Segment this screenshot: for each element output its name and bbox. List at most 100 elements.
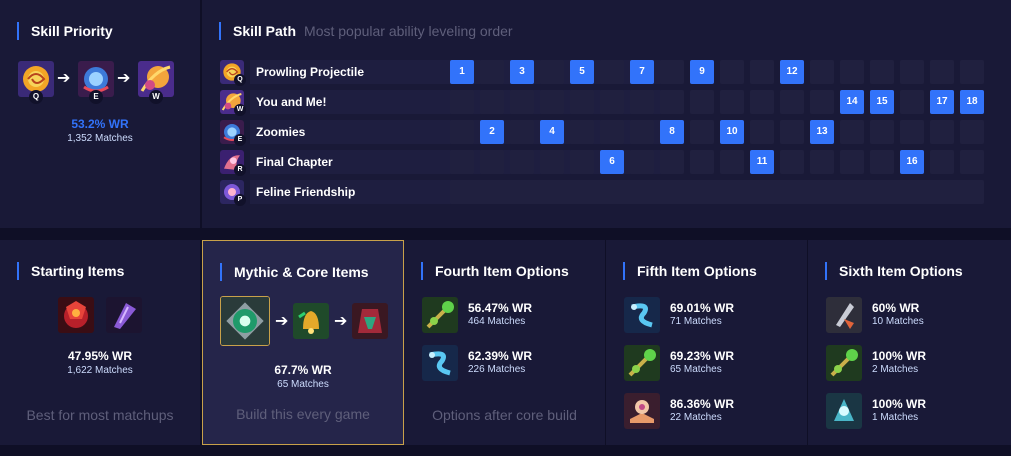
skill-level-cell-active: 10 (720, 120, 744, 144)
green-staff-item-icon[interactable] (422, 297, 458, 333)
core-items-winrate: 67.7% WR (274, 363, 332, 377)
skill-level-cell (480, 90, 504, 114)
skill-level-cell (450, 90, 474, 114)
sixth-item-title: Sixth Item Options (825, 262, 963, 280)
skill-level-cell (480, 150, 504, 174)
skill-level-cell (600, 90, 624, 114)
skill-level-cell (750, 120, 774, 144)
skill-path-title: Skill Path Most popular ability leveling … (219, 22, 513, 40)
skill-level-cell (840, 60, 864, 84)
skill-key-q: Q (29, 90, 43, 104)
core-items-title: Mythic & Core Items (220, 263, 369, 281)
option-winrate: 100% WR (872, 397, 927, 411)
pink-tome-item-icon[interactable] (624, 393, 660, 429)
skill-level-cell (510, 90, 534, 114)
skill-level-cell-active: 7 (630, 60, 654, 84)
blue-serpent-item-icon[interactable] (422, 345, 458, 381)
skill-key: P (234, 194, 246, 206)
option-matches: 226 Matches (468, 364, 526, 375)
skill-priority-winrate: 53.2% WR (71, 117, 129, 131)
grey-blade-item-icon[interactable] (826, 297, 862, 333)
starting-items-panel: Starting Items 47.95% WR 1,622 Matches B… (0, 240, 200, 445)
skill-level-cell (930, 150, 954, 174)
arrow-right-icon: ➔ (275, 313, 289, 330)
skill-level-cell (900, 120, 924, 144)
option-matches: 1 Matches (872, 412, 919, 423)
starting-items-title: Starting Items (17, 262, 124, 280)
skill-level-cell-active: 16 (900, 150, 924, 174)
skill-level-cell (630, 150, 654, 174)
skill-key: R (234, 164, 246, 176)
skill-level-cell-active: 17 (930, 90, 954, 114)
skill-level-cell (930, 60, 954, 84)
skill-level-cell (720, 150, 744, 174)
skill-level-cell (660, 60, 684, 84)
option-matches: 22 Matches (670, 412, 722, 423)
skill-level-cell (450, 120, 474, 144)
red-cloak-item-icon[interactable] (352, 303, 388, 339)
skill-level-cell (690, 150, 714, 174)
skill-level-cell (720, 60, 744, 84)
passive-level-bar (450, 180, 984, 204)
sixth-item-panel: Sixth Item Options 60% WR 10 Matches 100%… (808, 240, 1011, 445)
skill-level-cell (480, 60, 504, 84)
skill-level-cell (630, 120, 654, 144)
arrow-right-icon: ➔ (334, 313, 348, 330)
skill-level-cell (540, 150, 564, 174)
option-matches: 2 Matches (872, 364, 919, 375)
skill-level-cell (960, 120, 984, 144)
skill-level-cell (510, 150, 534, 174)
skill-level-cell-active: 11 (750, 150, 774, 174)
option-winrate: 60% WR (872, 301, 920, 315)
skill-level-cell-active: 5 (570, 60, 594, 84)
blue-serpent-item-icon[interactable] (624, 297, 660, 333)
skill-level-cell (960, 60, 984, 84)
skill-level-cell-active: 1 (450, 60, 474, 84)
red-crest-item-icon[interactable] (58, 297, 94, 333)
skill-level-cell (540, 90, 564, 114)
option-winrate: 69.01% WR (670, 301, 735, 315)
purple-shard-item-icon[interactable] (106, 297, 142, 333)
golden-bell-item-icon[interactable] (293, 303, 329, 339)
skill-level-cell (750, 90, 774, 114)
skill-level-cell (900, 60, 924, 84)
core-items-footer: Build this every game (236, 406, 370, 422)
core-items-matches: 65 Matches (277, 379, 329, 390)
skill-level-cell (540, 60, 564, 84)
skill-priority-panel: Skill Priority Q ➔ E ➔ W 53.2% WR 1,352 … (0, 0, 200, 228)
skill-level-cell (660, 150, 684, 174)
option-winrate: 62.39% WR (468, 349, 533, 363)
core-items-panel: Mythic & Core Items ➔ ➔ 67.7% WR 65 Matc… (202, 240, 404, 445)
skill-level-cell (600, 60, 624, 84)
skill-level-cell (810, 150, 834, 174)
skill-level-cell-active: 15 (870, 90, 894, 114)
skill-key-e: E (89, 90, 103, 104)
skill-priority-title: Skill Priority (17, 22, 113, 40)
green-staff-item-icon[interactable] (826, 345, 862, 381)
skill-key: E (234, 134, 246, 146)
fourth-item-footer: Options after core build (432, 407, 577, 423)
skill-level-cell (570, 90, 594, 114)
skill-level-cell (810, 90, 834, 114)
option-matches: 464 Matches (468, 316, 526, 327)
skill-key-w: W (149, 90, 163, 104)
skill-level-cell-active: 3 (510, 60, 534, 84)
skill-level-cell-active: 13 (810, 120, 834, 144)
skill-level-cell (630, 90, 654, 114)
starting-items-footer: Best for most matchups (26, 407, 174, 423)
green-staff-item-icon[interactable] (624, 345, 660, 381)
option-matches: 71 Matches (670, 316, 722, 327)
skill-level-cell (780, 90, 804, 114)
skill-path-title-text: Skill Path (233, 23, 297, 39)
fifth-item-title: Fifth Item Options (623, 262, 757, 280)
skill-level-cell-active: 4 (540, 120, 564, 144)
cyan-spirit-item-icon[interactable] (826, 393, 862, 429)
option-winrate: 100% WR (872, 349, 927, 363)
skill-level-cell-active: 2 (480, 120, 504, 144)
eye-crest-item-icon[interactable] (220, 296, 270, 346)
skill-level-cell (750, 60, 774, 84)
arrow-right-icon: ➔ (117, 70, 131, 87)
option-winrate: 56.47% WR (468, 301, 533, 315)
skill-level-cell (840, 120, 864, 144)
option-matches: 10 Matches (872, 316, 924, 327)
